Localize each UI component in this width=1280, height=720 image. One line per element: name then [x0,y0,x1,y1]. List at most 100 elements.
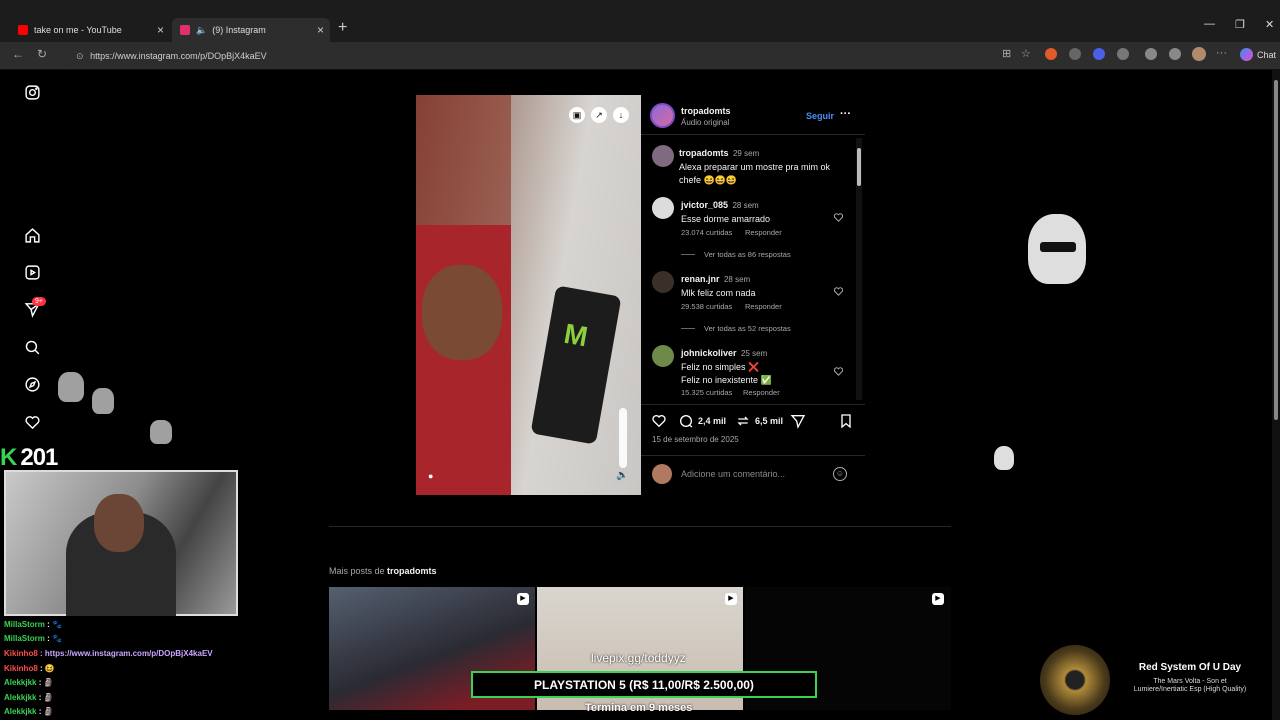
user-avatar [652,464,672,484]
url-text: https://www.instagram.com/p/DOpBjX4kaEV [90,51,267,61]
tag-person-icon[interactable]: ● [428,471,433,481]
minimize-icon[interactable]: — [1204,18,1215,30]
vinyl-record-icon [1040,645,1110,715]
reload-icon[interactable]: ↻ [37,47,47,61]
reply-button[interactable]: Responder [745,228,782,237]
history-icon[interactable] [1169,48,1181,60]
meme-face-sticker [58,372,84,402]
comment-text-line: Feliz no simples ❌ [681,362,760,372]
comment-like-icon[interactable] [833,284,844,296]
favorite-star-icon[interactable]: ☆ [1021,47,1031,60]
author-username[interactable]: tropadomts [681,106,731,116]
reel-icon: ▶ [932,593,944,605]
comment-avatar[interactable] [652,345,674,367]
more-options-icon[interactable]: ··· [840,108,851,120]
comment: johnickoliver 25 sem Feliz no simples ❌ … [681,346,772,386]
follow-button[interactable]: Seguir [806,111,834,121]
close-window-icon[interactable]: ✕ [1265,18,1274,31]
comment-likes[interactable]: 29.538 curtidas [681,302,732,311]
energy-drink-can: M [530,285,622,445]
extension-icon[interactable] [1045,48,1057,60]
extension-icon[interactable] [1117,48,1129,60]
chat-message: MillaStorm : 🐾 [4,620,62,629]
share-icon[interactable] [790,413,806,434]
comments-scrollbar-thumb[interactable] [857,148,861,186]
reply-button[interactable]: Responder [745,302,782,311]
scrollbar-thumb[interactable] [1274,80,1278,420]
menu-icon[interactable]: ··· [1216,47,1227,59]
url-input[interactable]: ⊙ https://www.instagram.com/p/DOpBjX4kaE… [60,46,990,66]
apps-icon[interactable]: ⊞ [1002,47,1011,60]
download-icon[interactable]: ↓ [613,107,629,123]
comment-like-icon[interactable] [833,210,844,222]
explore-icon[interactable] [22,374,42,394]
caption-avatar[interactable] [652,145,674,167]
home-icon[interactable] [22,225,42,245]
chat-message: Alekkjkk : 🗿 [4,678,54,687]
comment-avatar[interactable] [652,271,674,293]
comment-avatar[interactable] [652,197,674,219]
tab-youtube[interactable]: take on me - YouTube × [10,18,170,42]
back-icon[interactable]: ← [12,47,24,61]
extension-icon[interactable] [1093,48,1105,60]
tab-label: (9) Instagram [212,25,266,35]
livepix-link: livepix.gg/toddyyz [591,651,686,665]
tab-instagram[interactable]: 🔈 (9) Instagram × [172,18,330,42]
comment-username[interactable]: jvictor_085 [681,200,728,210]
view-replies-link[interactable]: Ver todas as 52 respostas [704,324,791,333]
close-tab-icon[interactable]: × [157,23,164,37]
search-icon[interactable] [22,337,42,357]
more-posts-heading: Mais posts de tropadomts [329,566,437,576]
copilot-chat-button[interactable]: Chat [1240,48,1276,61]
repost-icon[interactable] [735,413,751,434]
add-comment-input[interactable]: Adicione um comentário... [681,469,785,479]
streamer-face [94,494,144,552]
like-icon[interactable] [651,413,667,434]
emoji-icon[interactable]: ☺ [833,467,847,481]
caption-username[interactable]: tropadomts [679,148,729,158]
save-bookmark-icon[interactable] [838,413,854,434]
chat-message: MillaStorm : 🐾 [4,634,62,643]
copilot-icon [1240,48,1253,61]
youtube-favicon-icon [18,25,28,35]
repost-count[interactable]: 6,5 mil [755,416,783,426]
chat-message: Kikinho8 : https://www.instagram.com/p/D… [4,649,213,658]
audio-label[interactable]: Áudio original [681,118,729,127]
comment-likes[interactable]: 23.074 curtidas [681,228,732,237]
comment-username[interactable]: renan.jnr [681,274,720,284]
comment-likes[interactable]: 15.325 curtidas [681,388,732,397]
site-info-icon[interactable]: ⊙ [76,51,84,61]
heart-icon[interactable] [22,412,42,432]
extension-icon[interactable] [1145,48,1157,60]
divider [641,134,865,135]
image-icon[interactable]: ▣ [569,107,585,123]
author-avatar[interactable] [650,103,675,128]
comment-count[interactable]: 2,4 mil [698,416,726,426]
volume-icon[interactable]: 🔈 [616,470,628,481]
profile-avatar[interactable] [1192,47,1206,61]
divider [641,455,865,456]
view-replies-link[interactable]: Ver todas as 86 respostas [704,250,791,259]
comment-like-icon[interactable] [833,364,844,376]
open-external-icon[interactable]: ↗ [591,107,607,123]
track-album: Lumiere/Inertiatic Esp (High Quality) [1133,686,1247,693]
volume-slider[interactable] [619,408,627,468]
close-tab-icon[interactable]: × [317,23,324,37]
reel-icon: ▶ [725,593,737,605]
more-posts-user[interactable]: tropadomts [387,566,437,576]
instagram-logo-icon[interactable] [22,82,42,102]
speaker-icon[interactable]: 🔈 [196,25,207,36]
chat-message: Kikinho8 : 😆 [4,664,55,673]
counter-value: 201 [20,444,58,471]
reels-icon[interactable] [22,262,42,282]
comment-username[interactable]: johnickoliver [681,348,737,358]
restore-icon[interactable]: ❐ [1235,18,1245,31]
reply-button[interactable]: Responder [743,388,780,397]
post-video[interactable]: M 🔈 ● [416,95,641,495]
comment-time: 28 sem [732,201,759,210]
extension-icon[interactable] [1069,48,1081,60]
replies-line [681,254,695,255]
new-tab-button[interactable]: + [338,19,347,37]
comment-icon[interactable] [678,413,694,434]
caption-time: 29 sem [732,149,760,158]
